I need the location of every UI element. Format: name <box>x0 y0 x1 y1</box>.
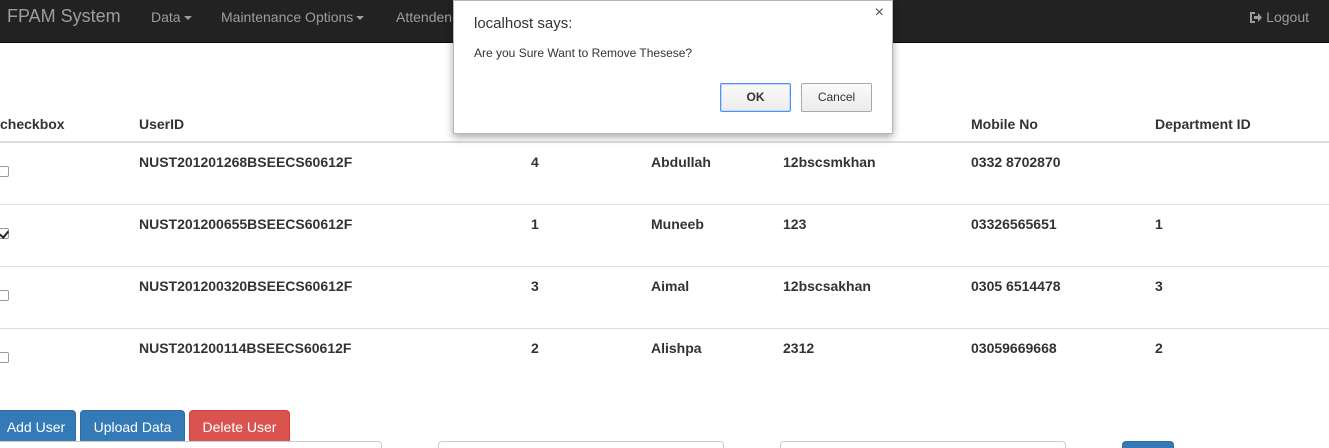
row-checkbox[interactable] <box>0 352 9 363</box>
cell-userid: NUST201201268BSEECS60612F <box>139 154 353 170</box>
partial-input[interactable] <box>0 441 382 448</box>
cell-name: Alishpa <box>651 340 702 356</box>
close-icon[interactable]: × <box>875 4 884 22</box>
nav-data[interactable]: Data <box>151 9 192 25</box>
caret-down-icon <box>356 16 365 21</box>
logout-icon <box>1250 12 1263 23</box>
cell-userid: NUST201200320BSEECS60612F <box>139 278 353 294</box>
cell-password: 12bscsmkhan <box>783 154 876 170</box>
cell-mobile: 03059669668 <box>971 340 1057 356</box>
logout-link[interactable]: Logout <box>1249 9 1309 25</box>
table-header-divider <box>0 141 1329 143</box>
logout-label: Logout <box>1266 9 1309 25</box>
cell-password: 12bscsakhan <box>783 278 871 294</box>
cell-department: 3 <box>1155 278 1163 294</box>
cell-mobile: 0305 6514478 <box>971 278 1061 294</box>
nav-data-label: Data <box>151 9 181 25</box>
cell-password: 2312 <box>783 340 815 356</box>
nav-maintenance-label: Maintenance Options <box>221 9 354 25</box>
col-header-checkbox: checkbox <box>0 116 65 132</box>
cell-mobile: 03326565651 <box>971 216 1057 232</box>
cancel-button[interactable]: Cancel <box>801 83 872 112</box>
confirm-dialog: localhost says: × Are you Sure Want to R… <box>453 0 893 134</box>
add-user-button[interactable]: Add User <box>0 410 76 444</box>
col-header-userid: UserID <box>139 116 185 132</box>
cell-name: Abdullah <box>651 154 711 170</box>
row-checkbox[interactable] <box>0 228 9 239</box>
cell-name: Muneeb <box>651 216 704 232</box>
nav-maintenance-options[interactable]: Maintenance Options <box>221 9 365 25</box>
cell-number: 1 <box>531 216 539 232</box>
cell-name: Aimal <box>651 278 690 294</box>
cell-userid: NUST201200655BSEECS60612F <box>139 216 353 232</box>
col-header-mobile: Mobile No <box>971 116 1038 132</box>
cell-number: 2 <box>531 340 539 356</box>
partial-input[interactable] <box>438 441 724 448</box>
cell-department: 2 <box>1155 340 1163 356</box>
row-divider <box>0 204 1329 205</box>
delete-user-button[interactable]: Delete User <box>189 410 290 444</box>
dialog-title: localhost says: <box>474 15 573 32</box>
cell-number: 3 <box>531 278 539 294</box>
nav-attendance-label: Attenden <box>396 9 453 25</box>
partial-input[interactable] <box>780 441 1066 448</box>
cell-userid: NUST201200114BSEECS60612F <box>139 340 352 356</box>
row-divider <box>0 266 1329 267</box>
row-checkbox[interactable] <box>0 166 9 177</box>
cell-number: 4 <box>531 154 539 170</box>
partial-button[interactable] <box>1122 441 1174 448</box>
ok-button[interactable]: OK <box>720 83 791 112</box>
upload-data-button[interactable]: Upload Data <box>80 410 185 444</box>
cell-password: 123 <box>783 216 807 232</box>
caret-down-icon <box>183 16 192 21</box>
cell-mobile: 0332 8702870 <box>971 154 1061 170</box>
nav-attendance[interactable]: Attenden <box>396 9 452 25</box>
col-header-department: Department ID <box>1155 116 1251 132</box>
row-checkbox[interactable] <box>0 290 9 301</box>
brand[interactable]: FPAM System <box>7 6 121 27</box>
dialog-message: Are you Sure Want to Remove Thesese? <box>474 46 693 60</box>
row-divider <box>0 328 1329 329</box>
cell-department: 1 <box>1155 216 1163 232</box>
